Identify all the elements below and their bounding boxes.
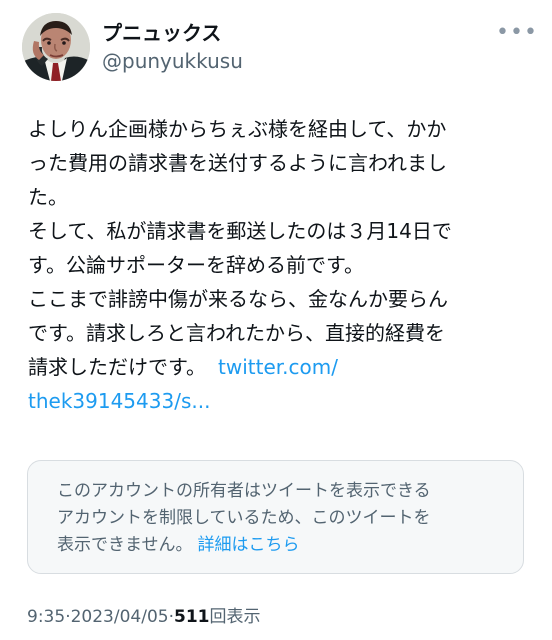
restricted-tweet-message-last-line: 表示できません。 詳細はこちら: [57, 532, 507, 559]
restricted-tweet-message-line: このアカウントの所有者はツイートを表示できる: [57, 481, 431, 501]
tweet-text-line: そして、私が請求書を郵送したのは３月14日で: [28, 219, 452, 243]
tweet-text-line: よしりん企画様からちぇぶ様を経由して、かか: [28, 117, 447, 141]
tweet-card: プニュックス @punyukkusu ••• よしりん企画様からちぇぶ様を経由し…: [0, 0, 552, 640]
author-avatar[interactable]: [22, 13, 90, 81]
view-count: 511: [173, 607, 210, 627]
tweet-text-line: た。: [28, 185, 68, 209]
more-options-button[interactable]: •••: [496, 16, 537, 50]
tweet-last-line: 請求しただけです。 twitter.com/: [28, 350, 524, 384]
author-handle[interactable]: @punyukkusu: [102, 49, 243, 73]
author-display-name[interactable]: プニュックス: [102, 21, 221, 45]
man-on-phone-avatar-icon: [22, 13, 90, 81]
restricted-tweet-message-line: アカウントを制限しているため、このツイートを: [57, 508, 431, 528]
tweet-link-line: thek39145433/s...: [28, 384, 524, 418]
tweet-link-part-2[interactable]: thek39145433/s...: [28, 389, 210, 413]
tweet-last-line-text: 請求しただけです。: [28, 355, 206, 379]
ellipsis-horizontal-icon: •••: [496, 20, 538, 45]
tweet-time[interactable]: 9:35: [27, 606, 65, 628]
tweet-text-line: ここまで誹謗中傷が来るなら、金なんか要らん: [28, 287, 448, 311]
tweet-date[interactable]: 2023/04/05: [71, 606, 169, 628]
learn-more-link[interactable]: 詳細はこちら: [198, 535, 300, 555]
tweet-metadata: 9:35 · 2023/04/05 · 511回表示: [27, 606, 260, 628]
restricted-tweet-message-final-text: 表示できません。: [57, 535, 193, 555]
restricted-tweet-message: このアカウントの所有者はツイートを表示できる アカウントを制限しているため、この…: [57, 478, 507, 559]
view-count-label: 回表示: [209, 607, 261, 627]
tweet-text: よしりん企画様からちぇぶ様を経由して、かか った費用の請求書を送付するように言わ…: [28, 112, 524, 418]
restricted-tweet-notice: このアカウントの所有者はツイートを表示できる アカウントを制限しているため、この…: [27, 460, 524, 574]
tweet-link-part-1[interactable]: twitter.com/: [218, 355, 338, 379]
tweet-text-line: った費用の請求書を送付するように言われまし: [28, 151, 447, 175]
tweet-text-line: です。請求しろと言われたから、直接的経費を: [28, 321, 445, 345]
tweet-text-line: す。公論サポーターを辞める前です。: [28, 253, 364, 277]
